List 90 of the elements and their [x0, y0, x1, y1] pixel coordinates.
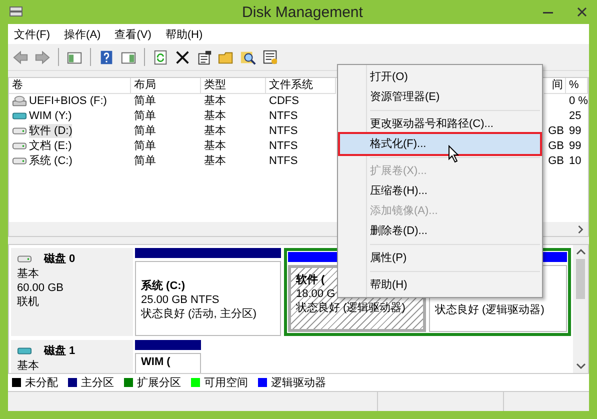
- partition-info: 状态良好 (活动, 主分区): [141, 307, 256, 321]
- table-cell[interactable]: UEFI+BIOS (F:): [29, 94, 107, 108]
- drive-icon: [17, 253, 32, 265]
- partition-title: 软件 (: [296, 273, 325, 287]
- menu-item[interactable]: 属性(P): [340, 248, 540, 268]
- table-cell: NTFS: [269, 124, 298, 138]
- table-cell: NTFS: [269, 138, 298, 152]
- partition-info: 状态良好 (逻辑驱动器): [296, 301, 406, 315]
- close-icon[interactable]: [575, 5, 589, 19]
- table-cell: 0 %: [569, 94, 588, 108]
- menu-item[interactable]: 资源管理器(E): [340, 87, 540, 107]
- forward-icon[interactable]: [34, 48, 51, 66]
- scroll-right-icon[interactable]: [577, 224, 584, 234]
- menu-item[interactable]: 格式化(F)...: [340, 134, 540, 154]
- disk-title: 磁盘 0: [44, 252, 76, 266]
- legend-label: 主分区: [81, 376, 114, 390]
- delete-icon[interactable]: [174, 48, 191, 66]
- menu-item[interactable]: 查看(V): [114, 26, 152, 42]
- menu-item[interactable]: 文件(F): [14, 26, 50, 42]
- table-cell: NTFS: [269, 108, 298, 122]
- disk-status: 联机: [17, 295, 39, 309]
- table-cell: GB: [548, 124, 564, 138]
- table-cell: 简单: [134, 124, 156, 138]
- legend-label: 可用空间: [204, 376, 248, 390]
- properties-icon[interactable]: [196, 48, 213, 66]
- column-header[interactable]: 卷: [12, 79, 23, 91]
- drive-icon: [12, 124, 27, 136]
- column-header[interactable]: 文件系统: [269, 79, 313, 91]
- table-cell: 25: [569, 108, 582, 122]
- table-cell: 简单: [134, 138, 156, 152]
- table-cell: GB: [548, 138, 564, 152]
- partition-info: 25.00 GB NTFS: [141, 293, 220, 307]
- disk-label-panel[interactable]: 磁盘 0 基本 60.00 GB 联机: [11, 248, 133, 336]
- partition-title: 系统 (C:): [141, 279, 185, 293]
- drive-icon: [12, 110, 27, 122]
- legend-label: 未分配: [25, 376, 58, 390]
- table-cell: GB: [548, 154, 564, 168]
- partition-title: WIM (: [141, 355, 170, 369]
- partition-color-bar: [135, 340, 201, 350]
- table-cell: 基本: [204, 108, 226, 122]
- checklist-icon[interactable]: [262, 48, 279, 66]
- disk-type: 基本: [17, 359, 39, 373]
- scroll-up-icon[interactable]: [576, 248, 586, 256]
- table-cell: 基本: [204, 154, 226, 168]
- disk-type: 基本: [17, 267, 39, 281]
- scroll-thumb[interactable]: [576, 259, 585, 299]
- column-header[interactable]: 间: [552, 79, 563, 91]
- disk-label-panel[interactable]: 磁盘 1 基本: [11, 340, 133, 373]
- table-cell: 简单: [134, 94, 156, 108]
- column-header[interactable]: 类型: [204, 79, 226, 91]
- scroll-down-icon[interactable]: [576, 362, 586, 370]
- drive-icon: [12, 140, 27, 152]
- partition-info: 状态良好 (逻辑驱动器): [435, 303, 544, 317]
- table-cell: 99: [569, 124, 582, 138]
- disk-title: 磁盘 1: [44, 344, 76, 358]
- table-cell: NTFS: [269, 154, 298, 168]
- menu-item[interactable]: 打开(O): [340, 67, 540, 87]
- table-cell: 简单: [134, 154, 156, 168]
- table-cell[interactable]: 软件 (D:): [29, 124, 72, 138]
- menu-item[interactable]: 删除卷(D)...: [340, 221, 540, 241]
- drive-icon: [17, 345, 32, 357]
- menu-item[interactable]: 帮助(H): [165, 26, 203, 42]
- back-icon[interactable]: [12, 48, 29, 66]
- table-cell: 基本: [204, 94, 226, 108]
- help-icon[interactable]: [98, 48, 115, 66]
- table-cell: 基本: [204, 124, 226, 138]
- table-cell: CDFS: [269, 94, 299, 108]
- vertical-scrollbar[interactable]: [573, 245, 588, 373]
- refresh-icon[interactable]: [152, 48, 169, 66]
- menu-item[interactable]: 压缩卷(H)...: [340, 181, 540, 201]
- optical-drive-icon: [12, 94, 27, 106]
- menu-item[interactable]: 操作(A): [64, 26, 101, 42]
- legend-label: 扩展分区: [137, 376, 181, 390]
- window-title: Disk Management: [241, 4, 364, 20]
- partition-info: 18.00 G: [296, 287, 336, 301]
- cursor-icon: [448, 145, 460, 163]
- menu-item[interactable]: 更改驱动器号和路径(C)...: [340, 114, 540, 134]
- column-header[interactable]: 布局: [134, 79, 156, 91]
- table-cell: 基本: [204, 138, 226, 152]
- table-cell[interactable]: 文档 (E:): [29, 138, 72, 152]
- table-cell: 简单: [134, 108, 156, 122]
- table-cell[interactable]: WIM (Y:): [29, 108, 72, 122]
- drive-icon: [12, 154, 27, 166]
- table-cell: 99: [569, 138, 582, 152]
- legend-label: 逻辑驱动器: [271, 376, 326, 390]
- table-cell: 10: [569, 154, 582, 168]
- partition-box[interactable]: 系统 (C:) 25.00 GB NTFS 状态良好 (活动, 主分区): [135, 261, 281, 336]
- disk-size: 60.00 GB: [17, 281, 64, 295]
- column-header[interactable]: %: [569, 79, 579, 91]
- table-cell[interactable]: 系统 (C:): [29, 154, 72, 168]
